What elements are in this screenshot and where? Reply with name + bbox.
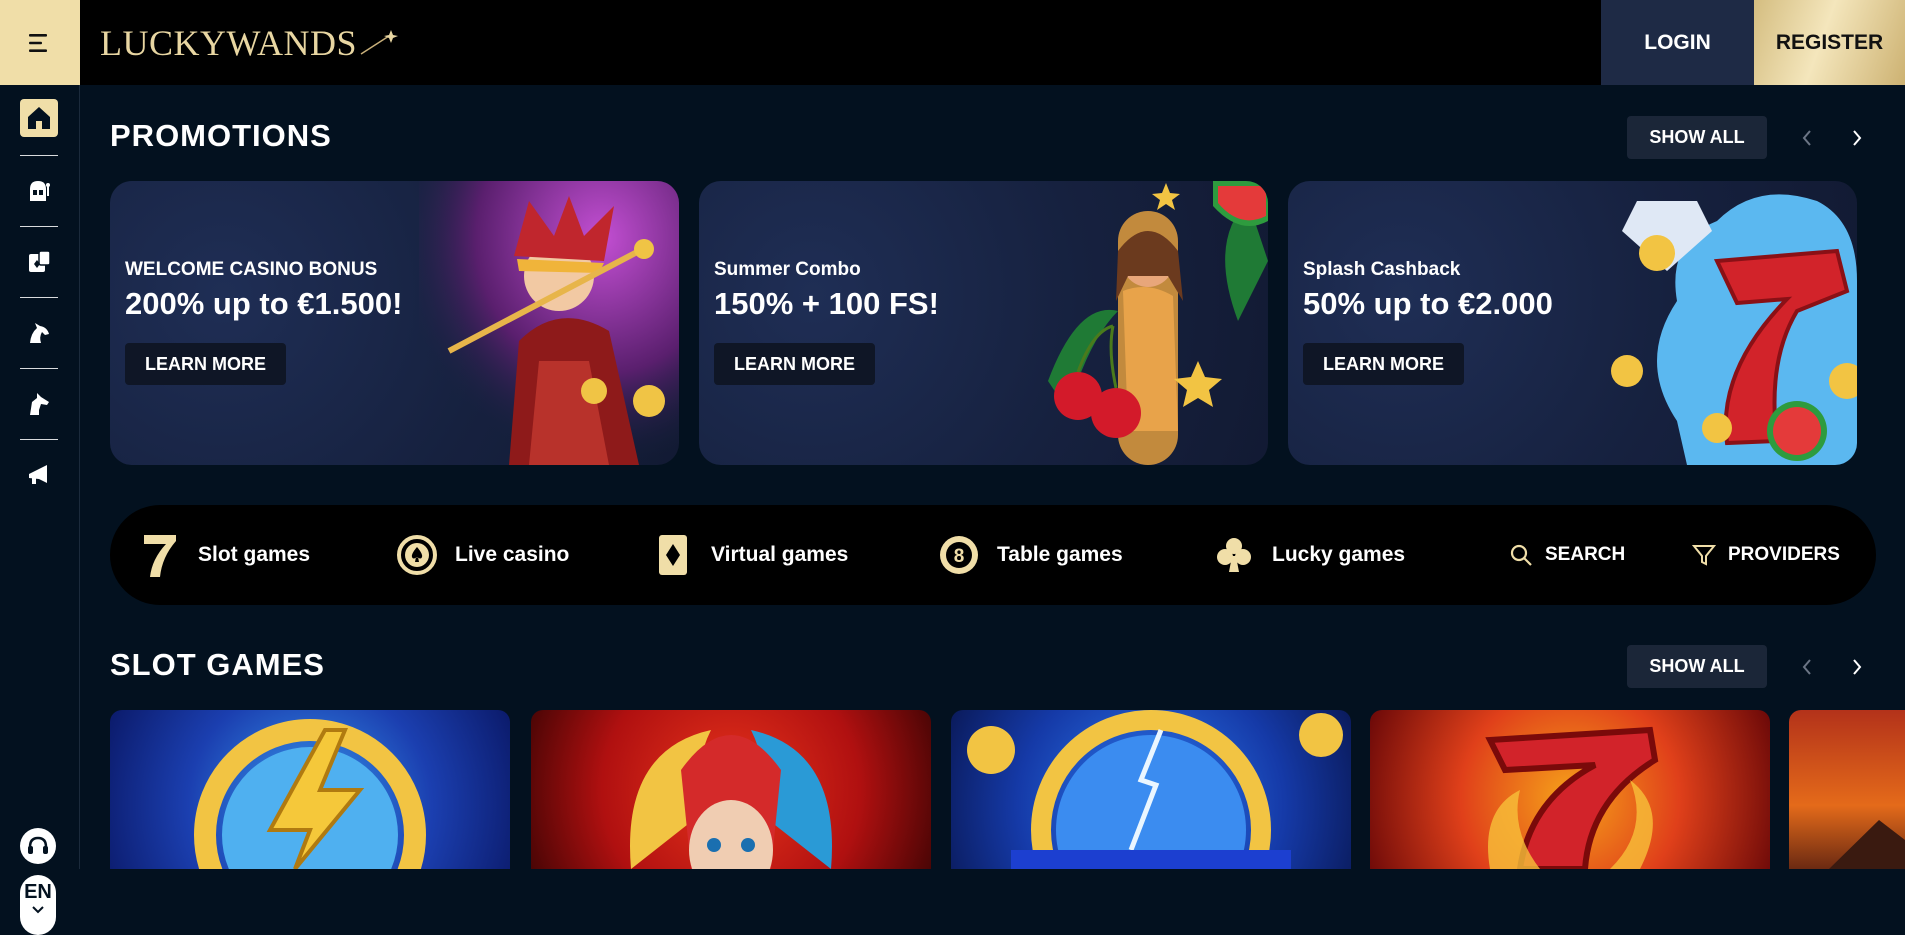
volcano-illustration [1829,820,1905,869]
search-icon [1507,533,1535,577]
providers-button[interactable]: PROVIDERS [1690,505,1840,605]
filter-icon [1690,533,1718,577]
search-button[interactable]: SEARCH [1507,505,1625,605]
svg-text:8: 8 [954,546,965,567]
logo-text: LUCKYWANDS [100,23,357,63]
category-bar: Slot games Live casino Virtual games 8 T… [110,505,1876,605]
fire-seven-illustration [1485,726,1659,869]
promotions-prev-button[interactable] [1795,126,1819,150]
lightning-coin-illustration [194,719,426,869]
promo-card[interactable]: Summer Combo 150% + 100 FS! LEARN MORE [699,181,1268,465]
top-bar: LUCKYWANDS LOGIN REGISTER [0,0,1905,85]
slot-machine-icon [30,181,50,201]
promotions-next-button[interactable] [1845,126,1869,150]
seven-icon [138,533,182,577]
promo-headline: 200% up to €1.500! [125,286,403,321]
club-icon [1212,533,1256,577]
logo[interactable]: LUCKYWANDS [100,18,399,68]
category-live-casino[interactable]: Live casino [395,505,569,605]
game-tile[interactable] [110,710,510,869]
greyhound-icon [30,393,49,415]
splash-seven-illustration [1611,194,1857,465]
home-icon [28,107,50,129]
slot-games-title: SLOT GAMES [110,647,325,682]
game-tile[interactable] [1370,710,1770,869]
eight-ball-icon: 8 [937,533,981,577]
megaphone-icon [29,465,47,484]
wand-icon [360,30,398,55]
sidebar-item-slots[interactable] [20,172,58,210]
slot-games-next-button[interactable] [1845,655,1869,679]
slot-games-prev-button[interactable] [1795,655,1819,679]
promotions-show-all-button[interactable]: SHOW ALL [1627,116,1767,159]
jester-illustration [419,181,679,465]
sidebar-divider [20,226,58,227]
card-diamond-icon [651,533,695,577]
promo-headline: 150% + 100 FS! [714,286,939,321]
hamburger-icon [29,33,47,52]
chevron-right-icon [1853,659,1862,675]
sidebar-divider [20,368,58,369]
game-tile[interactable] [1789,710,1905,869]
sidebar-item-live[interactable] [20,243,58,281]
horse-icon [30,323,49,343]
summer-girl-illustration [1048,181,1268,465]
sidebar-item-horse[interactable] [20,314,58,352]
sidebar-item-promotions[interactable] [20,456,58,494]
category-virtual-games[interactable]: Virtual games [651,505,848,605]
chevron-right-icon [1853,130,1862,146]
promo-headline: 50% up to €2.000 [1303,286,1553,321]
login-button[interactable]: LOGIN [1601,0,1754,85]
sidebar: EN [0,85,80,935]
promo-kicker: Splash Cashback [1303,259,1461,280]
sidebar-item-home[interactable] [20,99,58,137]
chevron-down-icon [32,906,44,914]
learn-more-button[interactable]: LEARN MORE [125,343,286,385]
learn-more-button[interactable]: LEARN MORE [714,343,875,385]
sidebar-divider [20,155,58,156]
promo-card[interactable]: Splash Cashback 50% up to €2.000 LEARN M… [1288,181,1857,465]
game-tile[interactable] [531,710,931,869]
learn-more-button[interactable]: LEARN MORE [1303,343,1464,385]
energy-coin-illustration [967,710,1343,869]
chevron-left-icon [1802,659,1811,675]
category-lucky-games[interactable]: Lucky games [1212,505,1405,605]
slot-games-show-all-button[interactable]: SHOW ALL [1627,645,1767,688]
support-button[interactable] [20,828,56,864]
language-selector[interactable]: EN [20,875,56,935]
game-tile[interactable] [951,710,1351,869]
promo-card[interactable]: WELCOME CASINO BONUS 200% up to €1.500! … [110,181,679,465]
promo-kicker: Summer Combo [714,259,861,280]
language-code: EN [24,881,52,903]
chevron-left-icon [1802,130,1811,146]
headset-icon [28,836,48,854]
sidebar-divider [20,297,58,298]
register-button[interactable]: REGISTER [1754,0,1905,85]
sidebar-divider [20,439,58,440]
category-slot-games[interactable]: Slot games [138,505,310,605]
promotions-title: PROMOTIONS [110,118,332,153]
menu-button[interactable] [0,0,80,85]
live-cards-icon [29,250,51,272]
jester-face-illustration [630,730,832,869]
sidebar-item-greyhound[interactable] [20,385,58,423]
chip-spade-icon [395,533,439,577]
category-table-games[interactable]: 8 Table games [937,505,1123,605]
promo-kicker: WELCOME CASINO BONUS [125,259,378,280]
